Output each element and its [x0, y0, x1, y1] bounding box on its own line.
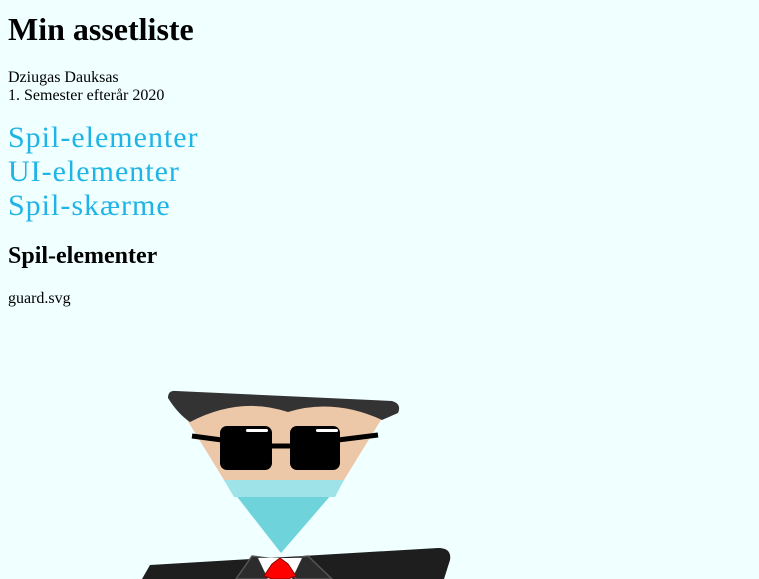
guard-shirt	[258, 558, 302, 579]
guard-lapel-right	[278, 555, 334, 579]
asset-filename: guard.svg	[8, 290, 71, 307]
guard-suit	[142, 548, 451, 579]
guard-tie	[263, 557, 297, 579]
asset-nav: Spil-elementer UI-elementer Spil-skærme	[8, 121, 199, 223]
author-name: Dziugas Dauksas	[8, 69, 119, 86]
guard-lapel-left	[235, 555, 282, 579]
page-title: Min assetliste	[8, 11, 194, 47]
guard-mask-band	[224, 480, 344, 497]
guard-face	[176, 402, 392, 480]
section-title: Spil-elementer	[8, 243, 158, 269]
nav-link-ui-elementer[interactable]: UI-elementer	[8, 155, 199, 189]
guard-mask	[224, 480, 344, 553]
author-info: Dziugas Dauksas 1. Semester efterår 2020	[8, 69, 164, 105]
sunglasses-icon	[191, 426, 379, 470]
author-semester: 1. Semester efterår 2020	[8, 87, 165, 104]
guard-hair	[168, 390, 400, 422]
nav-link-spil-elementer[interactable]: Spil-elementer	[8, 121, 199, 155]
nav-link-spil-skaerme[interactable]: Spil-skærme	[8, 189, 199, 223]
